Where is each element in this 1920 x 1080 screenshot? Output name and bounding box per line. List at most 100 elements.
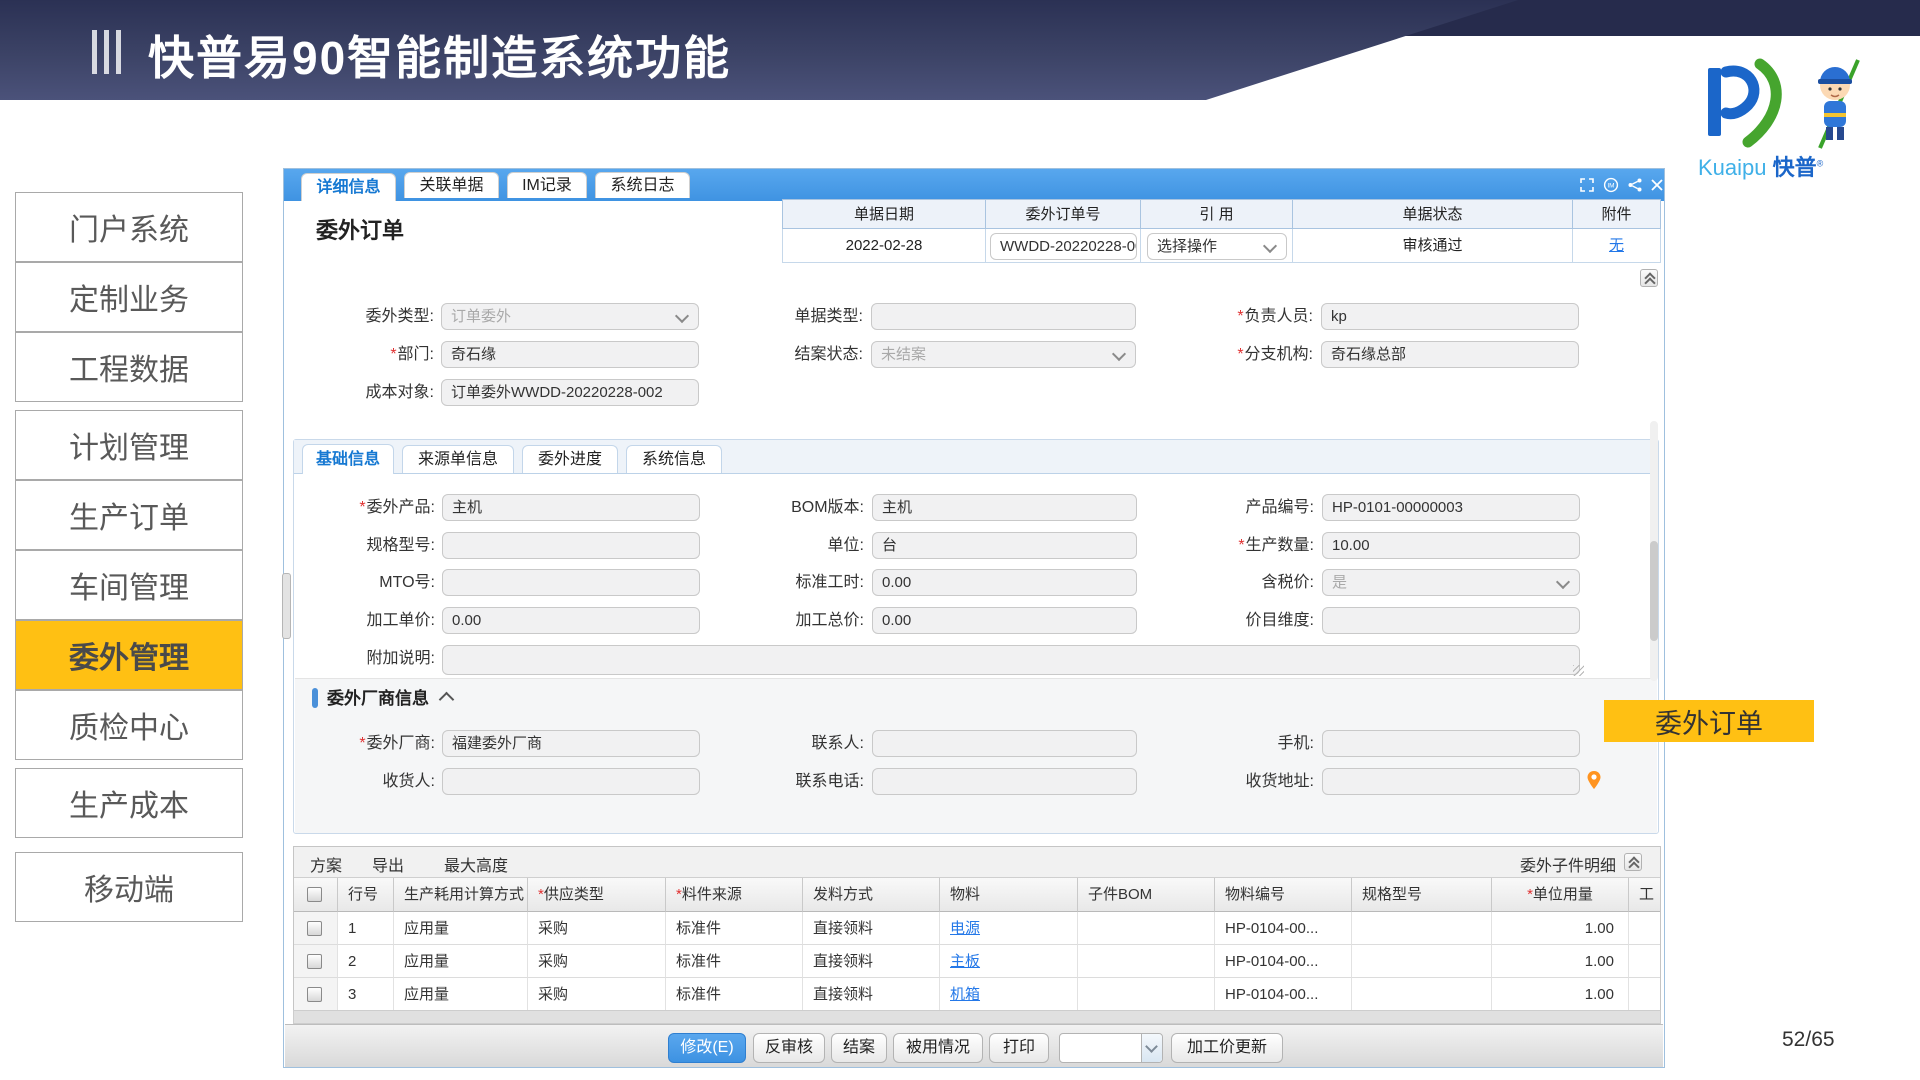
sidebar-item-quality[interactable]: 质检中心: [15, 690, 243, 760]
unit-price-input[interactable]: 0.00: [442, 607, 700, 634]
grid-col-line-no[interactable]: 行号: [338, 878, 394, 912]
contact-input[interactable]: [872, 730, 1137, 757]
grid-toolbar-plan[interactable]: 方案: [310, 852, 342, 876]
panel-drag-handle[interactable]: [282, 573, 291, 639]
subtab-basic-info[interactable]: 基础信息: [302, 444, 394, 474]
sidebar-item-portal[interactable]: 门户系统: [15, 192, 243, 262]
delivery-address-input[interactable]: [1322, 768, 1580, 795]
close-case-button[interactable]: 结案: [831, 1033, 887, 1063]
sidebar-item-production-order[interactable]: 生产订单: [15, 480, 243, 550]
select-all-checkbox[interactable]: [307, 887, 322, 902]
std-hours-input[interactable]: 0.00: [872, 569, 1137, 596]
department-input[interactable]: 奇石缘: [441, 341, 699, 368]
material-link[interactable]: 机箱: [950, 986, 980, 1003]
grid-col-material[interactable]: 物料: [940, 878, 1078, 912]
grid-col-unit-usage[interactable]: 单位用量: [1492, 878, 1629, 912]
sidebar-item-cost[interactable]: 生产成本: [15, 768, 243, 838]
horizontal-scrollbar[interactable]: [293, 1010, 1661, 1024]
section-pill-icon: [312, 688, 318, 708]
grid-col-material-code[interactable]: 物料编号: [1215, 878, 1352, 912]
grid-col-supply-type[interactable]: 供应类型: [528, 878, 666, 912]
order-no-input[interactable]: WWDD-20220228-002: [990, 233, 1137, 260]
grid-col-sub-bom[interactable]: 子件BOM: [1078, 878, 1215, 912]
mobile-input[interactable]: [1322, 730, 1580, 757]
header-col-date: 单据日期: [782, 199, 986, 229]
chevron-up-icon[interactable]: [439, 692, 455, 708]
fullscreen-icon[interactable]: [1579, 177, 1595, 193]
doc-type-input[interactable]: [871, 303, 1136, 330]
location-pin-icon[interactable]: [1586, 770, 1602, 790]
resize-grip-icon[interactable]: [1573, 665, 1584, 676]
close-icon[interactable]: [1649, 177, 1665, 193]
product-code-input[interactable]: HP-0101-00000003: [1322, 494, 1580, 521]
close-status-select[interactable]: 未结案: [871, 341, 1136, 368]
production-qty-input[interactable]: 10.00: [1322, 532, 1580, 559]
grid-col-issue-method[interactable]: 发料方式: [803, 878, 940, 912]
note-textarea[interactable]: [442, 645, 1580, 675]
usage-button[interactable]: 被用情况: [893, 1033, 983, 1063]
grid-toolbar-export[interactable]: 导出: [372, 852, 404, 876]
unapprove-button[interactable]: 反审核: [753, 1033, 825, 1063]
slide: 快普易90智能制造系统功能 Kuaipu 快普® 门户系统 定制业务 工程数据 …: [0, 0, 1920, 1080]
grid-collapse-button[interactable]: [1624, 853, 1642, 871]
branch-input[interactable]: 奇石缘总部: [1321, 341, 1579, 368]
cost-object-input[interactable]: 订单委外WWDD-20220228-002: [441, 379, 699, 406]
chevron-down-icon: [675, 309, 689, 323]
tab-related-docs[interactable]: 关联单据: [404, 172, 499, 198]
receiver-input[interactable]: [442, 768, 700, 795]
unit-label: 单位:: [742, 532, 864, 560]
vendor-input[interactable]: 福建委外厂商: [442, 730, 700, 757]
grid-cell: [1629, 945, 1660, 978]
chevron-down-icon[interactable]: [1141, 1034, 1162, 1062]
row-checkbox[interactable]: [307, 987, 322, 1002]
contact-phone-input[interactable]: [872, 768, 1137, 795]
share-icon[interactable]: [1627, 177, 1643, 193]
sidebar-item-custom[interactable]: 定制业务: [15, 262, 243, 332]
sidebar-item-workshop[interactable]: 车间管理: [15, 550, 243, 620]
grid-cell: [1352, 945, 1492, 978]
im-icon[interactable]: IM: [1603, 177, 1619, 193]
collapse-header-button[interactable]: [1640, 269, 1658, 287]
product-input[interactable]: 主机: [442, 494, 700, 521]
vertical-scrollbar[interactable]: [1650, 421, 1658, 681]
footer-combo-select[interactable]: [1059, 1033, 1163, 1063]
tab-system-log[interactable]: 系统日志: [595, 172, 690, 198]
reference-select[interactable]: 选择操作: [1147, 233, 1287, 260]
grid-cell: 2: [338, 945, 394, 978]
unit-input[interactable]: 台: [872, 532, 1137, 559]
material-link[interactable]: 主板: [950, 953, 980, 970]
modify-button[interactable]: 修改(E): [668, 1033, 746, 1063]
processing-price-update-button[interactable]: 加工价更新: [1171, 1033, 1283, 1063]
tax-included-select[interactable]: 是: [1322, 569, 1580, 596]
price-dimension-input[interactable]: [1322, 607, 1580, 634]
subtab-progress[interactable]: 委外进度: [522, 445, 618, 473]
grid-header-checkbox-cell: [294, 878, 338, 912]
material-link-cell: 主板: [940, 945, 1078, 978]
delivery-address-label: 收货地址:: [1172, 768, 1314, 796]
sidebar-item-planning[interactable]: 计划管理: [15, 410, 243, 480]
person-in-charge-input[interactable]: kp: [1321, 303, 1579, 330]
grid-col-material-source[interactable]: 料件来源: [666, 878, 803, 912]
tab-im-record[interactable]: IM记录: [507, 172, 587, 198]
sidebar-item-engineering[interactable]: 工程数据: [15, 332, 243, 402]
spec-model-input[interactable]: [442, 532, 700, 559]
sidebar-item-mobile[interactable]: 移动端: [15, 852, 243, 922]
subtab-source-doc[interactable]: 来源单信息: [402, 445, 514, 473]
mto-no-input[interactable]: [442, 569, 700, 596]
subtab-system-info[interactable]: 系统信息: [626, 445, 722, 473]
grid-col-spec[interactable]: 规格型号: [1352, 878, 1492, 912]
grid-col-calc-method[interactable]: 生产耗用计算方式: [394, 878, 528, 912]
sidebar-item-outsourcing[interactable]: 委外管理: [15, 620, 243, 690]
bom-version-input[interactable]: 主机: [872, 494, 1137, 521]
attachment-link[interactable]: 无: [1609, 237, 1624, 254]
grid-col-partial[interactable]: 工: [1629, 878, 1660, 912]
note-label: 附加说明:: [322, 645, 435, 673]
print-button[interactable]: 打印: [989, 1033, 1049, 1063]
tab-detail-info[interactable]: 详细信息: [301, 173, 396, 201]
total-price-input[interactable]: 0.00: [872, 607, 1137, 634]
outsourcing-type-select[interactable]: 订单委外: [441, 303, 699, 330]
row-checkbox[interactable]: [307, 954, 322, 969]
grid-toolbar-max-height[interactable]: 最大高度: [444, 852, 508, 876]
row-checkbox[interactable]: [307, 921, 322, 936]
material-link[interactable]: 电源: [950, 920, 980, 937]
